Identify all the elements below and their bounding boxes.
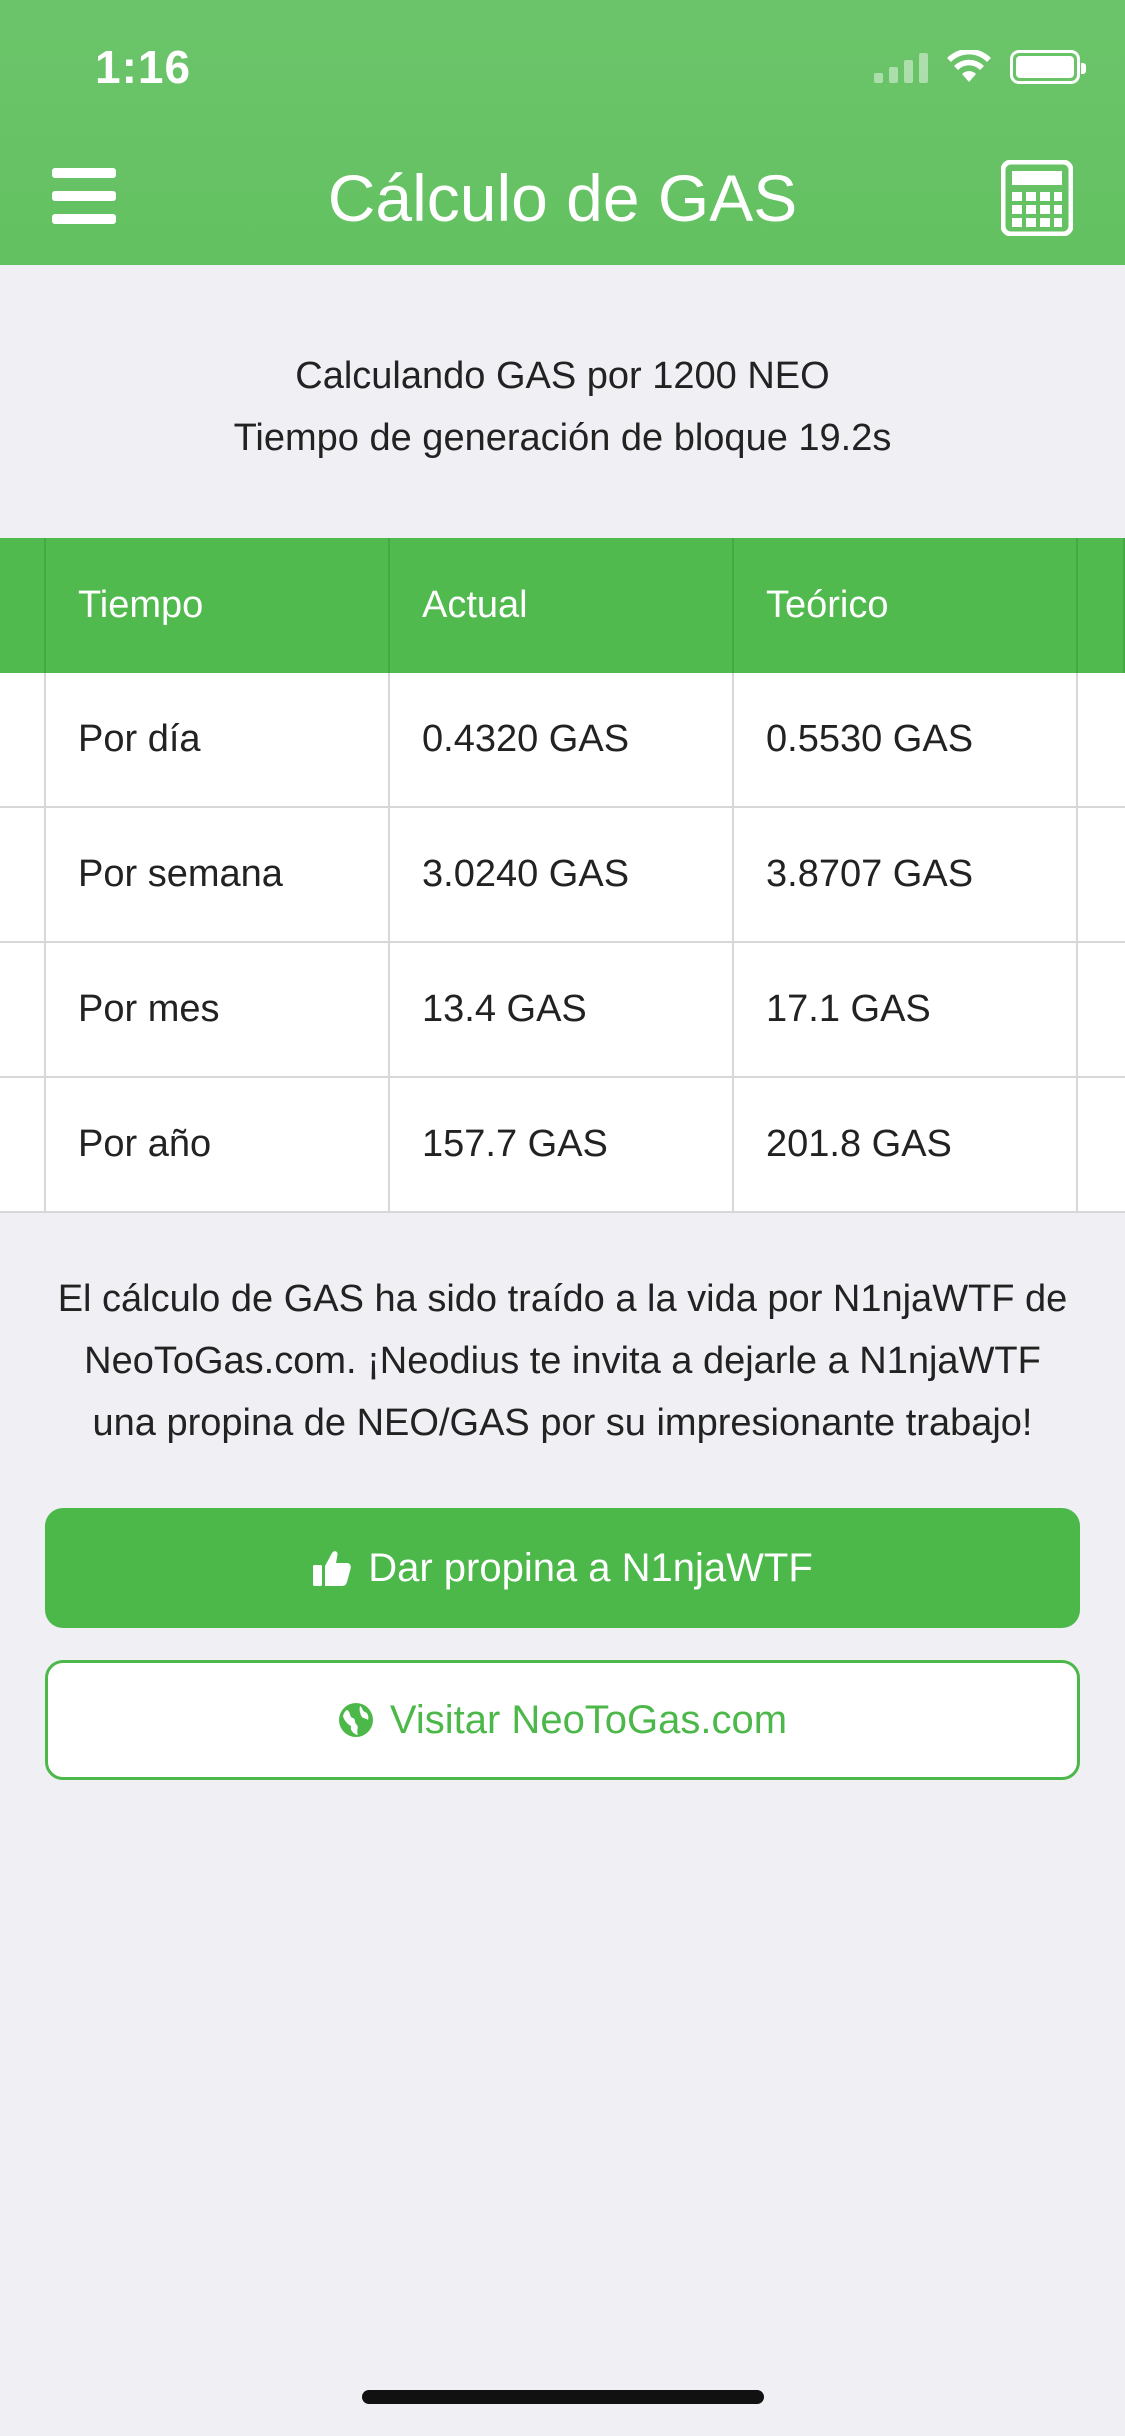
visit-website-button[interactable]: Visitar NeoToGas.com bbox=[45, 1660, 1080, 1780]
status-icons bbox=[874, 50, 1086, 84]
table-cell-actual: 3.0240 GAS bbox=[390, 808, 734, 941]
table-cell-actual: 13.4 GAS bbox=[390, 943, 734, 1076]
gas-table: Tiempo Actual Teórico Por día 0.4320 GAS… bbox=[0, 538, 1125, 1213]
app-header: 1:16 Cálculo de GAS bbox=[0, 0, 1125, 265]
screen: 1:16 Cálculo de GAS Calculando GAS por 1… bbox=[0, 0, 1125, 2436]
credit-line: El cálculo de GAS ha sido traído a la vi… bbox=[57, 1278, 1068, 1320]
calculator-icon[interactable] bbox=[1001, 160, 1073, 236]
table-row: Por día 0.4320 GAS 0.5530 GAS bbox=[0, 673, 1125, 808]
table-cell-period: Por día bbox=[46, 673, 390, 806]
page-title: Cálculo de GAS bbox=[327, 161, 798, 235]
visit-button-label: Visitar NeoToGas.com bbox=[389, 1697, 788, 1742]
table-header-row: Tiempo Actual Teórico bbox=[0, 538, 1125, 673]
table-cell-theoretical: 201.8 GAS bbox=[734, 1078, 1078, 1211]
battery-icon bbox=[1010, 50, 1086, 84]
column-header-time: Tiempo bbox=[46, 538, 390, 673]
credit-text: El cálculo de GAS ha sido traído a la vi… bbox=[30, 1268, 1095, 1454]
table-cell-period: Por año bbox=[46, 1078, 390, 1211]
calculation-info: Calculando GAS por 1200 NEO Tiempo de ge… bbox=[0, 345, 1125, 469]
home-indicator[interactable] bbox=[362, 2390, 764, 2404]
wifi-icon bbox=[947, 50, 991, 82]
credit-line: NeoToGas.com. ¡Neodius te invita a dejar… bbox=[84, 1340, 1041, 1382]
table-cell-period: Por mes bbox=[46, 943, 390, 1076]
thumbs-up-icon bbox=[313, 1551, 351, 1586]
globe-icon bbox=[338, 1703, 373, 1737]
info-block-time: Tiempo de generación de bloque 19.2s bbox=[233, 417, 892, 459]
tip-button[interactable]: Dar propina a N1njaWTF bbox=[45, 1508, 1080, 1628]
table-row: Por año 157.7 GAS 201.8 GAS bbox=[0, 1078, 1125, 1213]
column-header-actual: Actual bbox=[390, 538, 734, 673]
table-cell-actual: 157.7 GAS bbox=[390, 1078, 734, 1211]
cellular-signal-icon bbox=[874, 51, 928, 83]
credit-line: una propina de NEO/GAS por su impresiona… bbox=[92, 1402, 1033, 1444]
table-cell-theoretical: 0.5530 GAS bbox=[734, 673, 1078, 806]
column-header-theoretical: Teórico bbox=[734, 538, 1078, 673]
table-row: Por mes 13.4 GAS 17.1 GAS bbox=[0, 943, 1125, 1078]
table-cell-theoretical: 3.8707 GAS bbox=[734, 808, 1078, 941]
table-cell-theoretical: 17.1 GAS bbox=[734, 943, 1078, 1076]
status-time: 1:16 bbox=[95, 41, 192, 93]
table-cell-actual: 0.4320 GAS bbox=[390, 673, 734, 806]
table-row: Por semana 3.0240 GAS 3.8707 GAS bbox=[0, 808, 1125, 943]
info-neo-amount: Calculando GAS por 1200 NEO bbox=[295, 355, 830, 397]
table-cell-period: Por semana bbox=[46, 808, 390, 941]
tip-button-label: Dar propina a N1njaWTF bbox=[368, 1545, 813, 1590]
